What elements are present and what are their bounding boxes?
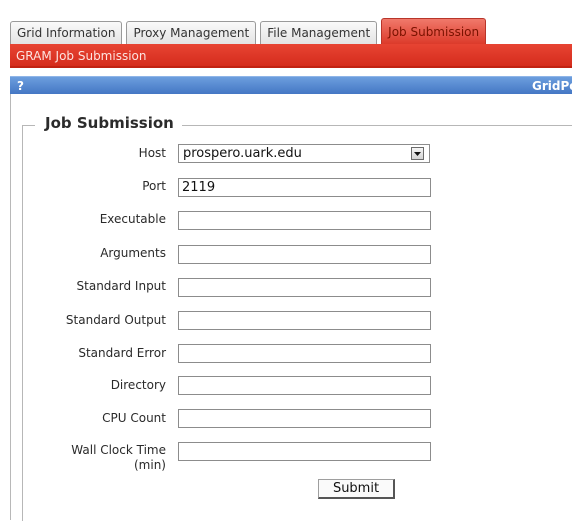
arguments-label: Arguments bbox=[100, 246, 166, 260]
port-field[interactable] bbox=[178, 178, 431, 197]
arguments-field[interactable] bbox=[178, 245, 431, 264]
wall-clock-label-line2: (min) bbox=[134, 458, 166, 472]
cpu-count-field[interactable] bbox=[178, 409, 431, 428]
subtab-gram-job-submission[interactable]: GRAM Job Submission bbox=[16, 49, 147, 63]
tab-grid-information[interactable]: Grid Information bbox=[10, 21, 123, 44]
wall-clock-label-line1: Wall Clock Time bbox=[71, 443, 166, 457]
executable-field[interactable] bbox=[178, 211, 431, 230]
fieldset-legend: Job Submission bbox=[35, 114, 182, 132]
standard-error-label: Standard Error bbox=[78, 346, 166, 360]
host-selected-value: prospero.uark.edu bbox=[183, 146, 302, 161]
port-label: Port bbox=[142, 179, 166, 193]
tab-proxy-management[interactable]: Proxy Management bbox=[126, 21, 257, 44]
portlet-title: GridPo bbox=[532, 79, 572, 93]
cpu-count-label: CPU Count bbox=[102, 411, 166, 425]
directory-label: Directory bbox=[110, 378, 166, 392]
chevron-down-icon[interactable] bbox=[411, 147, 424, 160]
tab-job-submission[interactable]: Job Submission bbox=[381, 18, 487, 44]
standard-input-label: Standard Input bbox=[76, 279, 166, 293]
wall-clock-field[interactable] bbox=[178, 442, 431, 461]
help-button[interactable]: ? bbox=[17, 77, 24, 95]
standard-output-field[interactable] bbox=[178, 311, 431, 330]
wall-clock-label: Wall Clock Time (min) bbox=[71, 443, 166, 473]
standard-input-field[interactable] bbox=[178, 278, 431, 297]
subtab-bar: GRAM Job Submission bbox=[10, 44, 572, 68]
directory-field[interactable] bbox=[178, 376, 431, 395]
portlet-title-bar: ? GridPo bbox=[10, 76, 572, 94]
tab-file-management[interactable]: File Management bbox=[260, 21, 378, 44]
submit-button[interactable]: Submit bbox=[318, 479, 395, 499]
host-select[interactable]: prospero.uark.edu bbox=[178, 144, 430, 163]
host-label: Host bbox=[138, 146, 166, 160]
executable-label: Executable bbox=[99, 212, 166, 226]
tab-bar: Grid Information Proxy Management File M… bbox=[10, 18, 572, 44]
standard-output-label: Standard Output bbox=[65, 313, 166, 327]
standard-error-field[interactable] bbox=[178, 344, 431, 363]
